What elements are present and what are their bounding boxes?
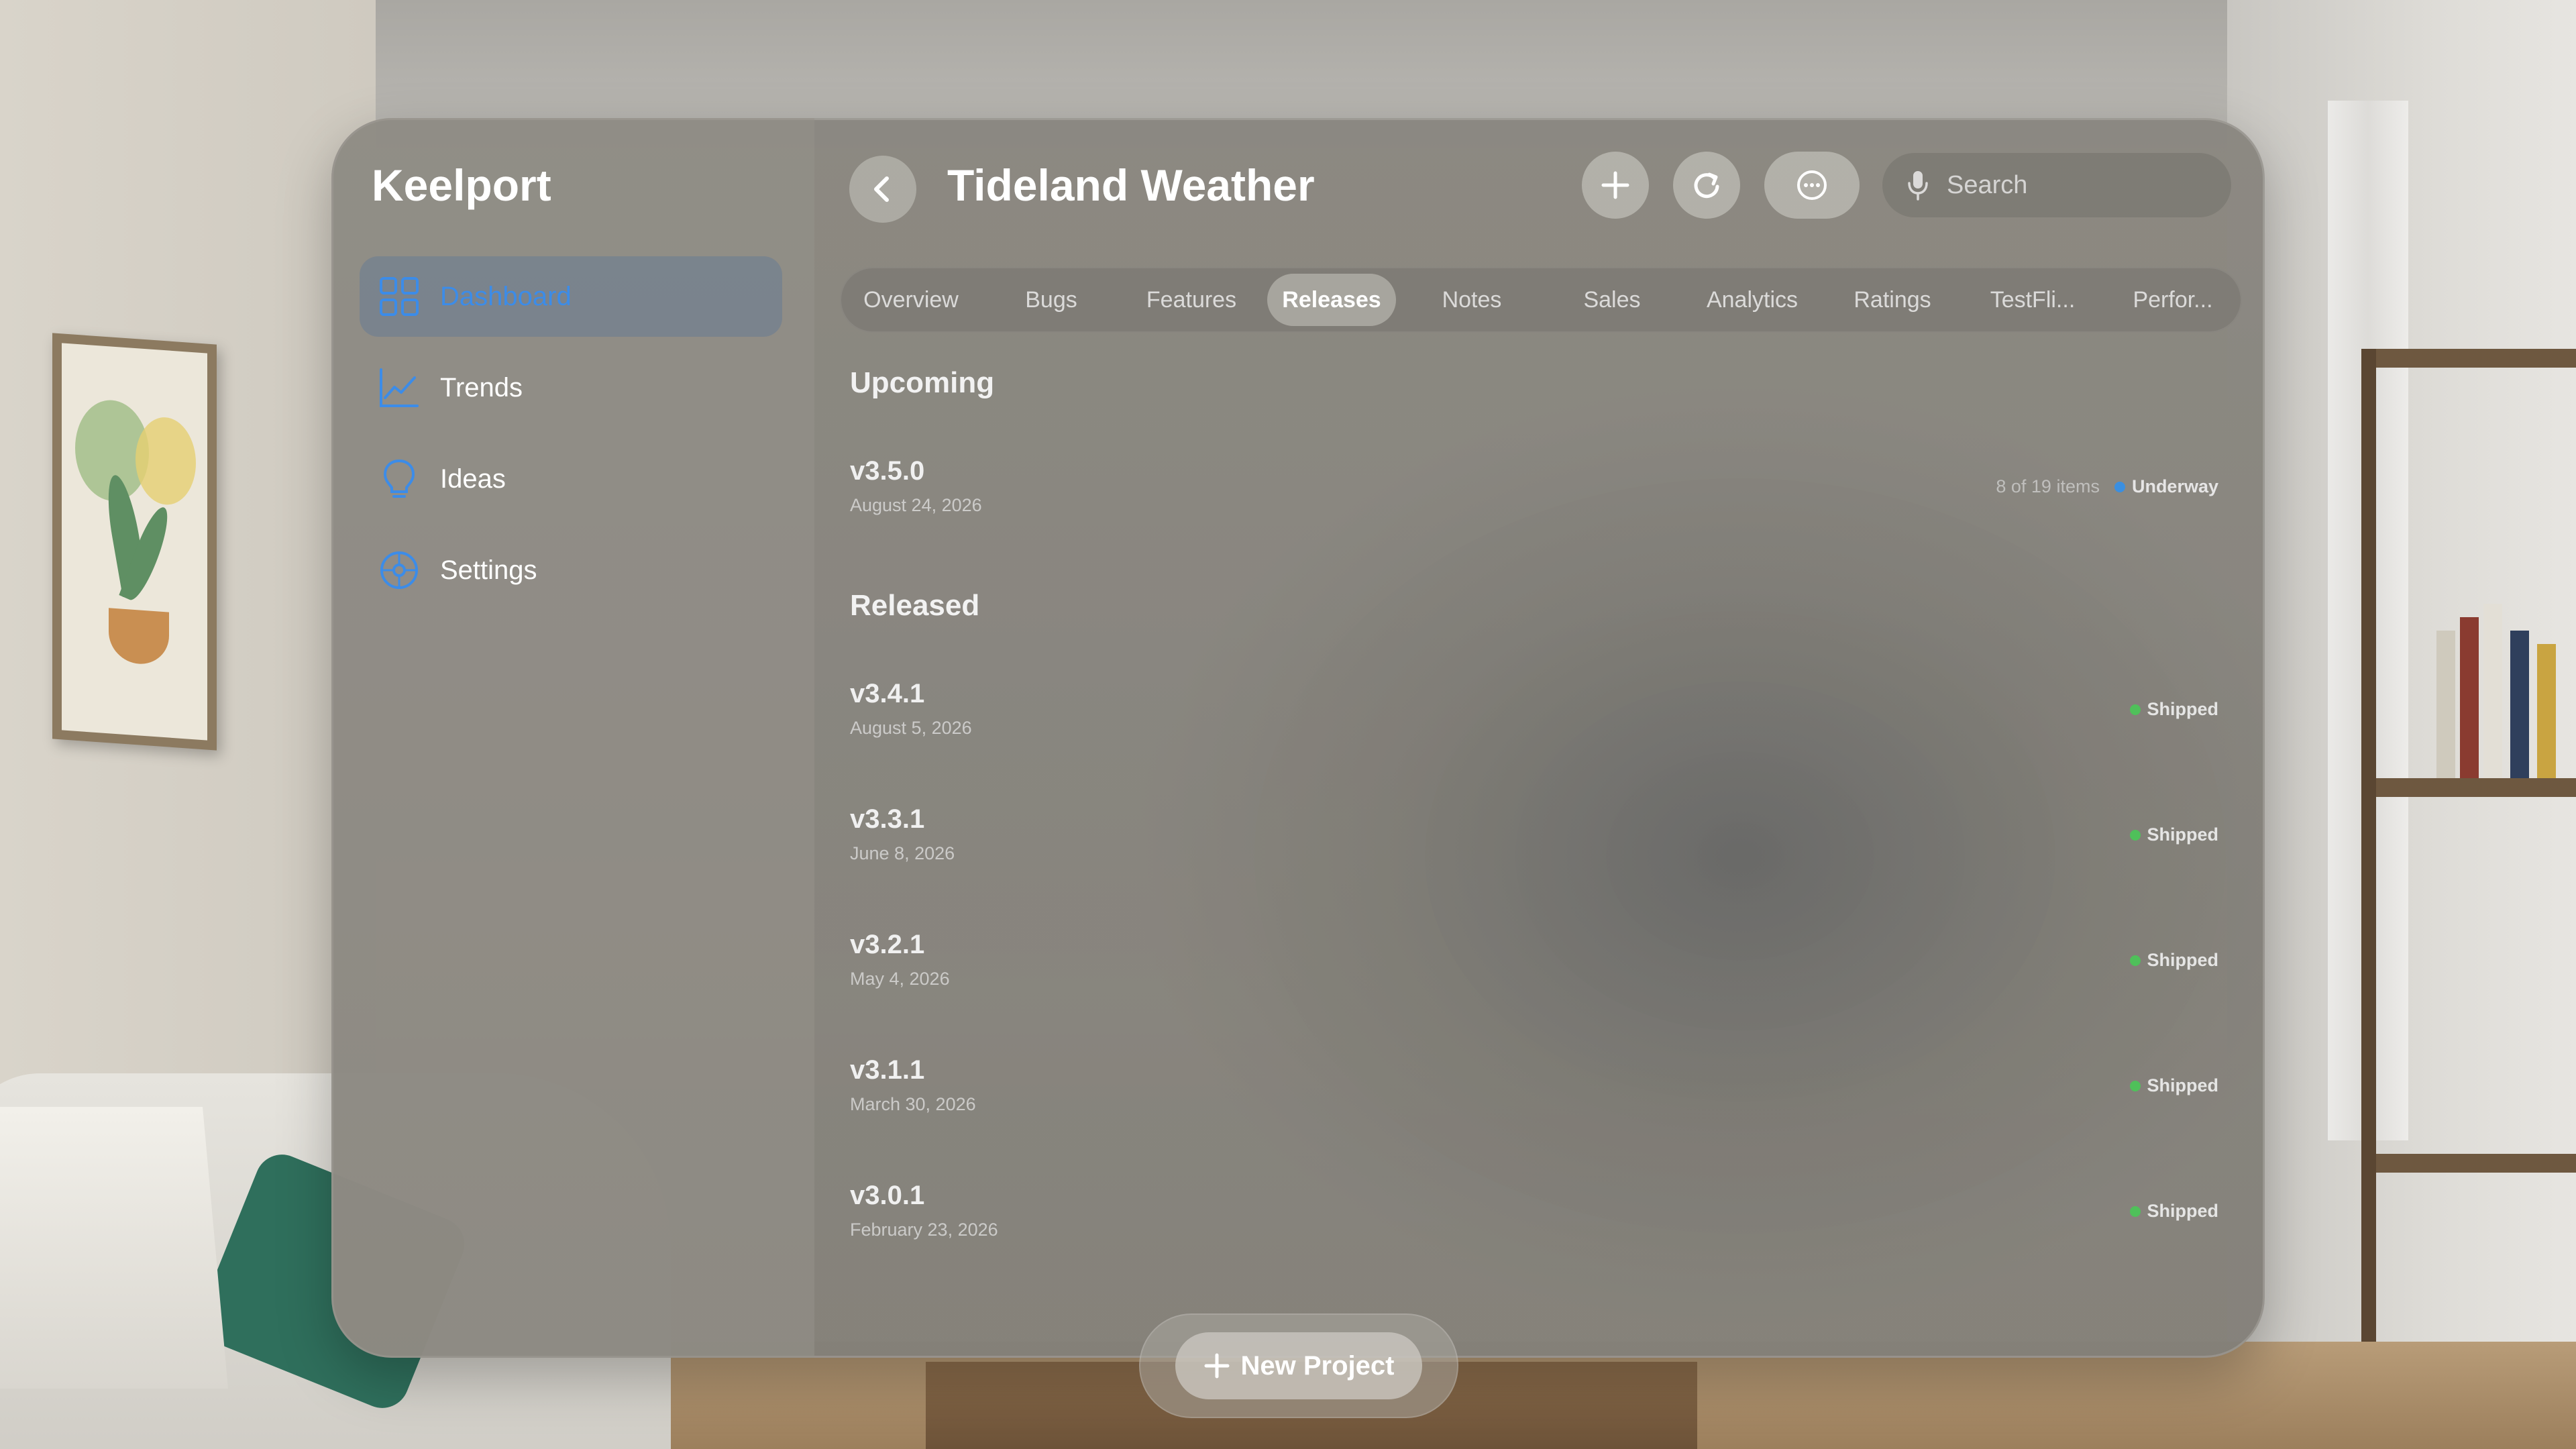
list-item[interactable]: v3.5.0 August 24, 2026 8 of 19 items Und… [850, 456, 2218, 530]
release-date: February 23, 2026 [850, 1220, 998, 1240]
status-dot [2129, 955, 2141, 966]
release-status: Shipped [2129, 950, 2219, 971]
release-version: v3.0.1 [850, 1181, 925, 1210]
list-item[interactable]: v3.2.1 May 4, 2026 Shipped [850, 930, 2218, 1004]
sidebar-item-dashboard[interactable]: Dashboard [360, 256, 782, 337]
microphone-icon[interactable] [1907, 170, 1929, 201]
release-progress: 8 of 19 items [1996, 476, 2100, 496]
sidebar-item-label: Dashboard [440, 281, 572, 311]
release-version: v3.2.1 [850, 930, 925, 959]
add-button[interactable] [1582, 152, 1649, 219]
refresh-icon [1694, 172, 1719, 199]
release-version: v3.5.0 [850, 456, 925, 486]
tab-sales[interactable]: Sales [1548, 274, 1676, 326]
release-date: August 5, 2026 [850, 718, 972, 738]
release-version: v3.1.1 [850, 1055, 925, 1085]
status-badge: Shipped [2147, 1075, 2219, 1095]
app-window: Keelport Dashboard Trends Ideas Settings… [331, 118, 2265, 1358]
release-version: v3.3.1 [850, 804, 925, 834]
list-item[interactable]: v3.0.1 February 23, 2026 Shipped [850, 1181, 2218, 1254]
tab-performance[interactable]: Perfor... [2108, 274, 2237, 326]
list-item[interactable]: v3.3.1 June 8, 2026 Shipped [850, 804, 2218, 878]
grid-icon [380, 277, 419, 316]
sidebar-item-label: Settings [440, 555, 537, 585]
sidebar-item-label: Ideas [440, 464, 506, 494]
refresh-button[interactable] [1673, 152, 1740, 219]
release-status: 8 of 19 items Underway [1996, 476, 2218, 497]
tab-bar: Overview Bugs Features Releases Notes Sa… [840, 267, 2242, 333]
chart-line-icon [380, 368, 419, 407]
new-project-button[interactable]: New Project [1175, 1332, 1422, 1399]
wall-artwork [52, 333, 217, 751]
bookshelf [2361, 349, 2576, 1449]
tab-releases[interactable]: Releases [1267, 274, 1396, 326]
tab-testflight[interactable]: TestFli... [1968, 274, 2097, 326]
status-badge: Shipped [2147, 950, 2219, 970]
gear-icon [380, 551, 418, 589]
app-title: Keelport [372, 160, 551, 210]
status-badge: Shipped [2147, 699, 2219, 719]
sidebar-item-trends[interactable]: Trends [360, 347, 782, 428]
release-status: Shipped [2129, 1201, 2219, 1222]
tab-notes[interactable]: Notes [1407, 274, 1536, 326]
release-status: Shipped [2129, 824, 2219, 845]
lamp [0, 1107, 228, 1389]
tab-overview[interactable]: Overview [847, 274, 975, 326]
sidebar-item-ideas[interactable]: Ideas [360, 439, 782, 519]
release-date: August 24, 2026 [850, 495, 982, 515]
search-input[interactable]: Search [1947, 171, 2027, 200]
status-dot [2129, 704, 2141, 715]
tab-analytics[interactable]: Analytics [1688, 274, 1817, 326]
release-status: Shipped [2129, 699, 2219, 720]
section-released: Released [850, 589, 980, 622]
lightbulb-icon [383, 459, 415, 498]
status-dot [2129, 1205, 2141, 1217]
plus-icon [1204, 1353, 1230, 1379]
new-project-label: New Project [1240, 1350, 1395, 1381]
back-button[interactable] [849, 156, 916, 223]
ellipsis-circle-icon [1797, 170, 1827, 200]
status-badge: Underway [2131, 476, 2218, 496]
more-button[interactable] [1764, 152, 1860, 219]
plus-icon [1601, 171, 1629, 199]
list-item[interactable]: v3.1.1 March 30, 2026 Shipped [850, 1055, 2218, 1129]
release-date: June 8, 2026 [850, 843, 955, 863]
chevron-left-icon [874, 176, 889, 202]
search-field[interactable]: Search [1882, 153, 2231, 217]
status-badge: Shipped [2147, 1201, 2219, 1221]
status-badge: Shipped [2147, 824, 2219, 845]
status-dot [2129, 829, 2141, 841]
sidebar-item-label: Trends [440, 372, 523, 402]
sidebar: Keelport Dashboard Trends Ideas Settings [331, 118, 814, 1358]
sidebar-item-settings[interactable]: Settings [360, 530, 782, 610]
release-date: March 30, 2026 [850, 1094, 976, 1114]
tab-ratings[interactable]: Ratings [1828, 274, 1957, 326]
tab-bugs[interactable]: Bugs [987, 274, 1116, 326]
release-status: Shipped [2129, 1075, 2219, 1096]
page-title: Tideland Weather [947, 160, 1315, 210]
release-date: May 4, 2026 [850, 969, 950, 989]
list-item[interactable]: v3.4.1 August 5, 2026 Shipped [850, 679, 2218, 753]
status-dot [2129, 1080, 2141, 1091]
status-dot [2114, 481, 2125, 492]
tab-features[interactable]: Features [1127, 274, 1256, 326]
release-version: v3.4.1 [850, 679, 925, 708]
section-upcoming: Upcoming [850, 366, 995, 399]
